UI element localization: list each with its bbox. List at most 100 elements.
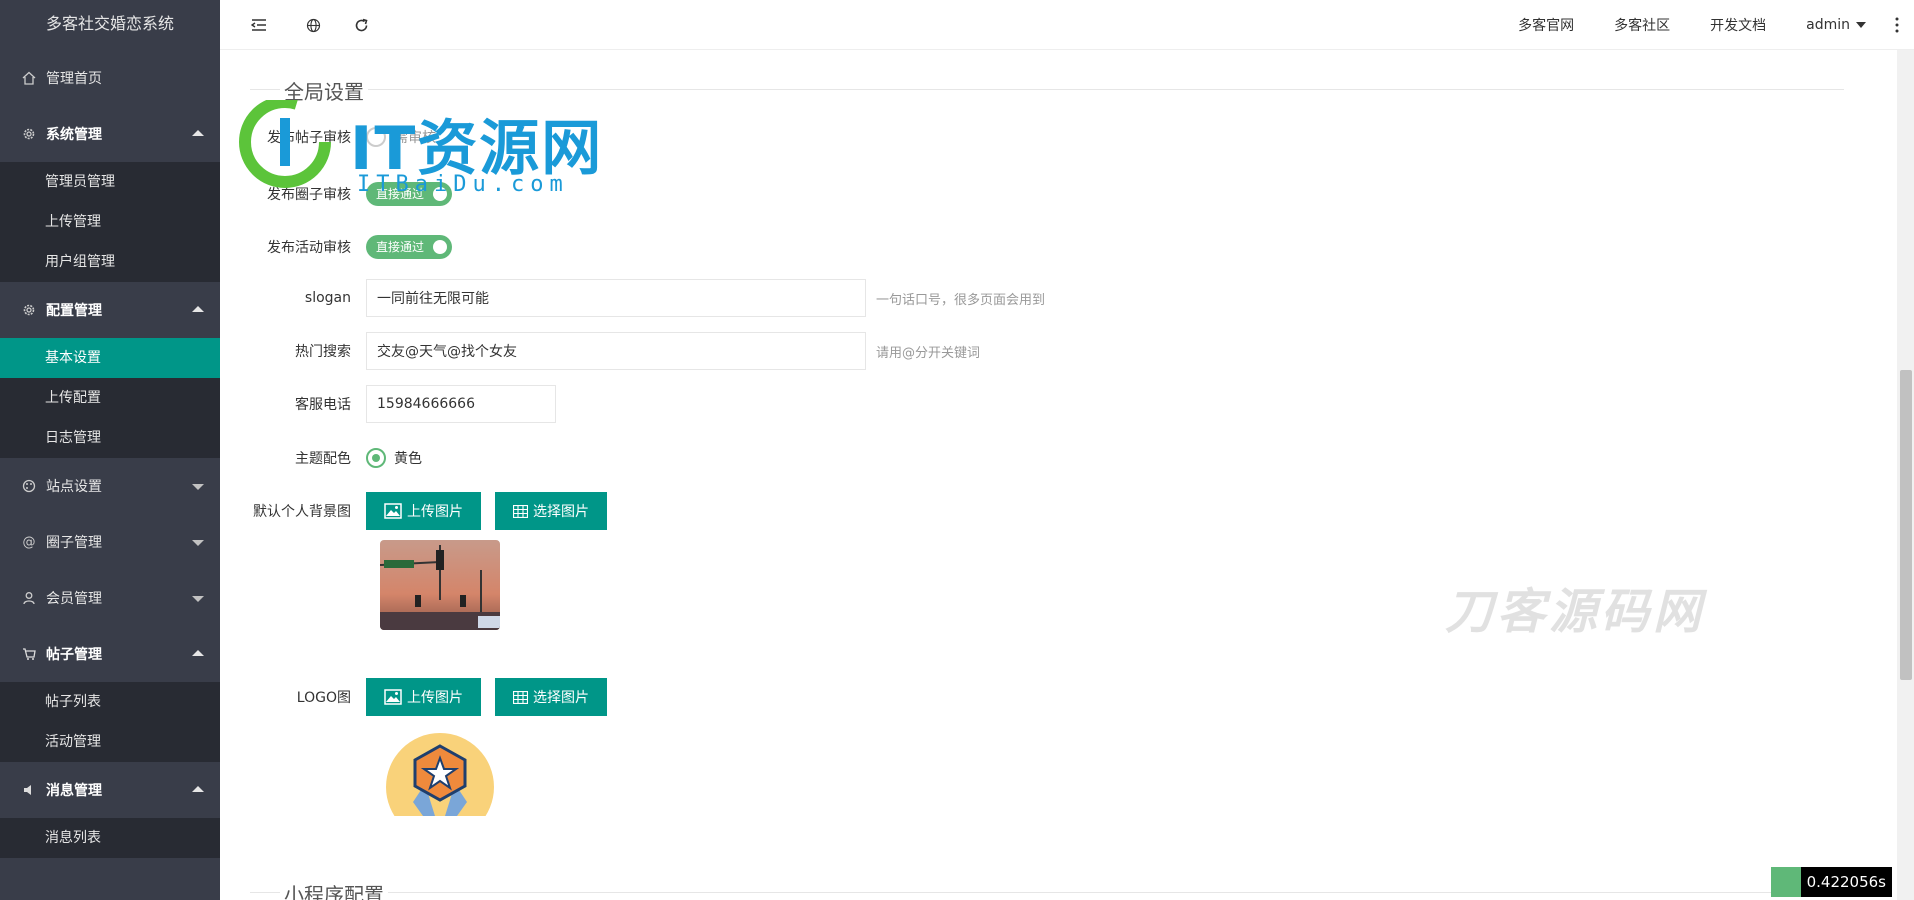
bg-image-preview [380, 540, 500, 630]
nav-system[interactable]: 系统管理 [0, 106, 220, 162]
chevron-down-icon [192, 596, 204, 602]
top-header: 多客官网 多客社区 开发文档 admin [220, 0, 1914, 50]
menu-toggle-icon[interactable] [248, 14, 270, 36]
speaker-icon [20, 783, 38, 797]
slogan-hint: 一句话口号，很多页面会用到 [876, 292, 1046, 308]
refresh-icon[interactable] [350, 14, 372, 36]
phone-label: 客服电话 [295, 397, 351, 413]
switch-knob [433, 187, 447, 201]
nav-messages[interactable]: 消息管理 [0, 762, 220, 818]
bg-select-button[interactable]: 选择图片 [495, 492, 607, 530]
hot-search-label: 热门搜索 [295, 344, 351, 360]
sidebar-item-logs[interactable]: 日志管理 [0, 418, 220, 458]
chevron-up-icon [192, 130, 204, 136]
switch-knob [433, 240, 447, 254]
subnav-posts: 帖子列表 活动管理 [0, 682, 220, 762]
circle-review-label: 发布圈子审核 [267, 187, 351, 203]
circle-review-switch-text: 直接通过 [376, 187, 425, 201]
post-review-option[interactable]: 需审核 [366, 127, 436, 147]
theme-label: 主题配色 [295, 451, 351, 467]
slogan-input[interactable] [366, 279, 866, 317]
theme-option-yellow[interactable]: 黄色 [366, 448, 422, 468]
nav-config[interactable]: 配置管理 [0, 282, 220, 338]
subnav-system: 管理员管理 上传管理 用户组管理 [0, 162, 220, 282]
sidebar-item-basic-settings[interactable]: 基本设置 [0, 338, 220, 378]
more-vertical-icon[interactable] [1886, 14, 1908, 36]
form-row-activity-review: 发布活动审核 直接通过 [220, 235, 452, 259]
nav-posts-label: 帖子管理 [46, 647, 102, 663]
phone-input[interactable] [366, 385, 556, 423]
nav-messages-label: 消息管理 [46, 783, 102, 799]
globe-icon[interactable] [302, 14, 324, 36]
post-review-label: 发布帖子审核 [267, 130, 351, 146]
sidebar: 多客社交婚恋系统 管理首页 系统管理 管理员管理 上传管理 用户组管理 配置管理… [0, 0, 220, 900]
logo-upload-label: 上传图片 [407, 690, 463, 706]
home-icon [20, 71, 38, 85]
sidebar-item-message-list[interactable]: 消息列表 [0, 818, 220, 858]
chevron-up-icon [192, 786, 204, 792]
image-icon [384, 503, 402, 519]
form-row-logo: LOGO图 上传图片 选择图片 [220, 678, 621, 716]
hot-search-input[interactable] [366, 332, 866, 370]
logo-select-button[interactable]: 选择图片 [495, 678, 607, 716]
chevron-up-icon [192, 306, 204, 312]
user-name: admin [1806, 17, 1850, 33]
radio-checked-icon [366, 448, 386, 468]
section-title-global: 全局设置 [280, 76, 368, 105]
form-row-phone: 客服电话 [220, 385, 556, 423]
nav-member[interactable]: 会员管理 [0, 570, 220, 626]
sidebar-item-admins[interactable]: 管理员管理 [0, 162, 220, 202]
bg-upload-label: 上传图片 [407, 504, 463, 520]
form-row-theme: 主题配色 黄色 [220, 448, 422, 468]
grid-icon [513, 690, 528, 704]
user-icon [20, 591, 38, 605]
nav-circle-label: 圈子管理 [46, 535, 102, 551]
logo-select-label: 选择图片 [533, 690, 589, 706]
scrollbar-thumb[interactable] [1900, 370, 1912, 680]
nav-posts[interactable]: 帖子管理 [0, 626, 220, 682]
form-row-circle-review: 发布圈子审核 直接通过 [220, 182, 452, 206]
circle-review-switch[interactable]: 直接通过 [366, 182, 452, 206]
subnav-messages: 消息列表 [0, 818, 220, 858]
subnav-config: 基本设置 上传配置 日志管理 [0, 338, 220, 458]
link-dev-docs[interactable]: 开发文档 [1710, 15, 1766, 35]
app-title[interactable]: 多客社交婚恋系统 [0, 0, 220, 50]
debug-timer[interactable]: 0.422056s [1770, 866, 1892, 898]
form-row-slogan: slogan 一句话口号，很多页面会用到 [220, 279, 1045, 317]
bg-select-label: 选择图片 [533, 504, 589, 520]
image-icon [384, 689, 402, 705]
nav-site[interactable]: 站点设置 [0, 458, 220, 514]
main-content: 全局设置 发布帖子审核 需审核 发布圈子审核 直接通过 发布活动审核 直接通过 … [220, 50, 1894, 900]
gear-icon [20, 303, 38, 317]
bg-upload-button[interactable]: 上传图片 [366, 492, 481, 530]
chevron-down-icon [192, 484, 204, 490]
logo-upload-button[interactable]: 上传图片 [366, 678, 481, 716]
chevron-up-icon [192, 650, 204, 656]
activity-review-switch-text: 直接通过 [376, 240, 425, 254]
grid-icon [513, 504, 528, 518]
form-row-hot-search: 热门搜索 请用@分开关键词 [220, 332, 980, 370]
link-official-site[interactable]: 多客官网 [1518, 15, 1574, 35]
form-row-bg-image: 默认个人背景图 上传图片 选择图片 [220, 492, 621, 530]
user-menu[interactable]: admin [1806, 17, 1866, 33]
activity-review-switch[interactable]: 直接通过 [366, 235, 452, 259]
chevron-down-icon [192, 540, 204, 546]
nav-circle[interactable]: @ 圈子管理 [0, 514, 220, 570]
nav-system-label: 系统管理 [46, 127, 102, 143]
nav-home-label: 管理首页 [46, 71, 102, 87]
sidebar-item-uploads[interactable]: 上传管理 [0, 202, 220, 242]
scrollbar[interactable] [1897, 50, 1914, 900]
gear-icon [20, 127, 38, 141]
sidebar-item-activities[interactable]: 活动管理 [0, 722, 220, 762]
nav-home[interactable]: 管理首页 [0, 50, 220, 106]
post-review-value: 需审核 [394, 130, 436, 146]
form-row-post-review: 发布帖子审核 需审核 [220, 127, 436, 147]
nav-member-label: 会员管理 [46, 591, 102, 607]
sidebar-item-usergroups[interactable]: 用户组管理 [0, 242, 220, 282]
sidebar-item-post-list[interactable]: 帖子列表 [0, 682, 220, 722]
slogan-label: slogan [304, 290, 351, 306]
debug-time: 0.422056s [1800, 867, 1892, 897]
sidebar-item-upload-config[interactable]: 上传配置 [0, 378, 220, 418]
link-community[interactable]: 多客社区 [1614, 15, 1670, 35]
section-title-miniapp: 小程序配置 [280, 879, 388, 900]
